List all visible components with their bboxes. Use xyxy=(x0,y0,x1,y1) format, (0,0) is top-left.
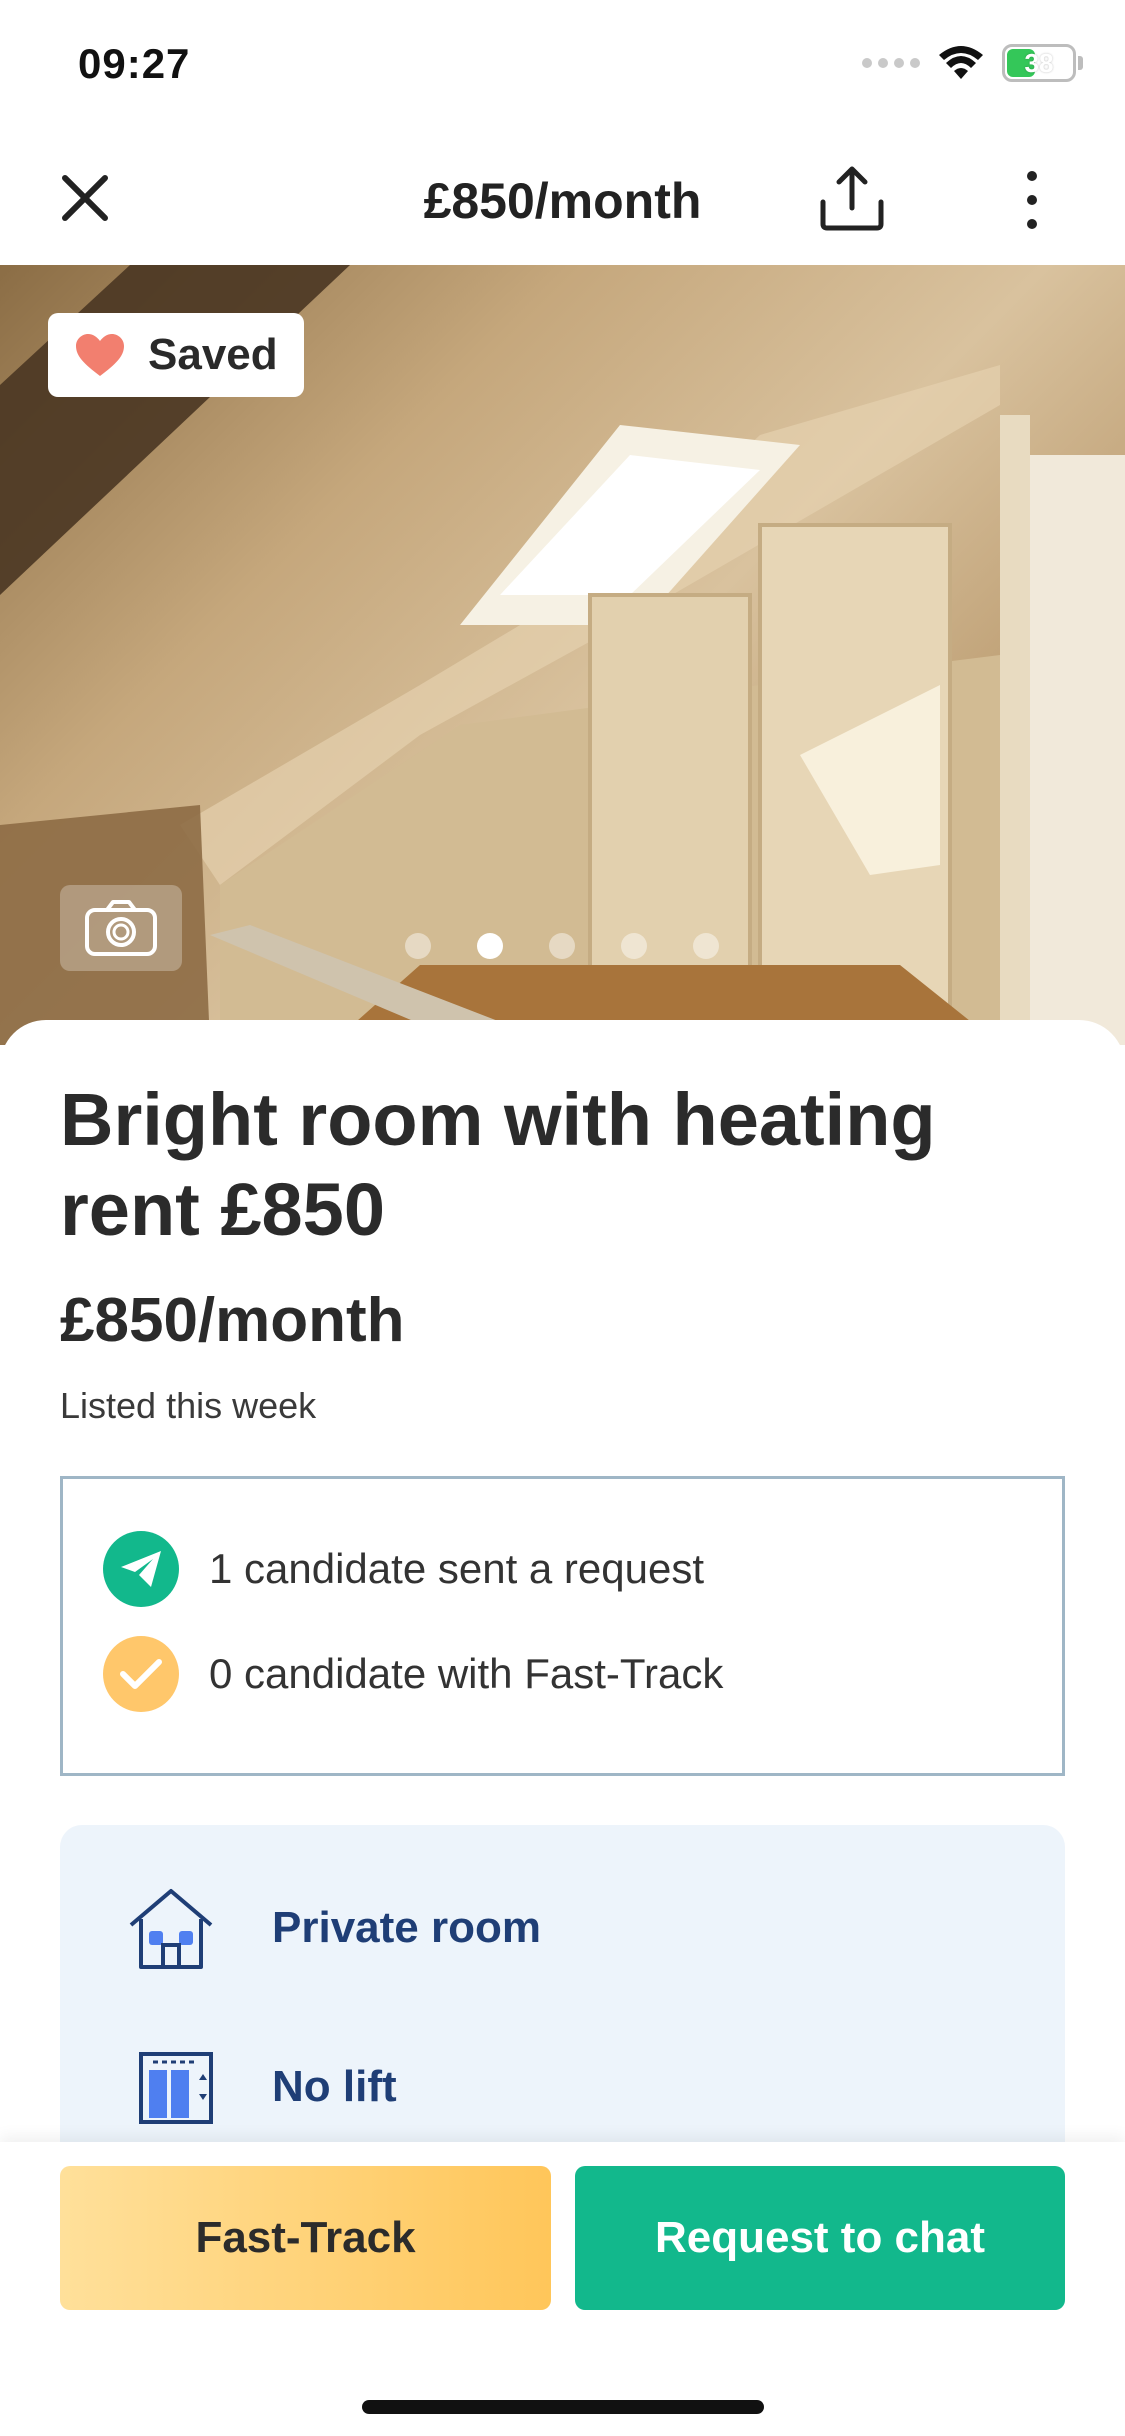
feature-private-room: Private room xyxy=(125,1885,541,1971)
battery-level: 38 xyxy=(1024,47,1054,78)
room-features: Private room No lift xyxy=(60,1825,1065,2185)
pagination-dot-active[interactable] xyxy=(477,933,503,959)
status-bar: 09:27 38 xyxy=(0,0,1125,140)
saved-label: Saved xyxy=(148,330,278,379)
feature-no-lift: No lift xyxy=(125,2050,397,2124)
pagination-dot[interactable] xyxy=(693,933,719,959)
listing-details: Bright room with heating rent £850 £850/… xyxy=(0,1020,1125,2185)
candidate-requests-text: 1 candidate sent a request xyxy=(209,1545,705,1592)
house-icon xyxy=(129,1889,213,1969)
candidate-requests-row: 1 candidate sent a request xyxy=(103,1531,704,1607)
pagination-dot[interactable] xyxy=(405,933,431,959)
battery-charging-icon: 38 xyxy=(1002,44,1076,82)
listed-date: Listed this week xyxy=(60,1385,317,1426)
status-icons: 38 xyxy=(862,44,1083,82)
listing-photo-gallery[interactable]: Saved xyxy=(0,265,1125,1045)
lift-icon xyxy=(139,2052,213,2124)
listing-price: £850/month xyxy=(60,1286,405,1355)
more-vertical-icon[interactable] xyxy=(1010,166,1054,234)
candidate-fast-track-row: 0 candidate with Fast-Track xyxy=(103,1636,723,1712)
gallery-pagination[interactable] xyxy=(405,933,719,959)
share-icon[interactable] xyxy=(815,162,889,236)
home-indicator[interactable] xyxy=(362,2400,764,2414)
top-nav-bar: £850/month xyxy=(0,140,1125,265)
heart-icon xyxy=(76,334,124,376)
photo-gallery-button[interactable] xyxy=(60,885,182,971)
pagination-dot[interactable] xyxy=(549,933,575,959)
camera-icon xyxy=(85,900,157,956)
paper-plane-icon xyxy=(103,1531,179,1607)
page-title: £850/month xyxy=(423,173,702,229)
status-time: 09:27 xyxy=(78,40,191,87)
feature-label: No lift xyxy=(272,2062,397,2111)
wifi-icon xyxy=(939,46,983,79)
fast-track-button[interactable]: Fast-Track xyxy=(60,2166,551,2310)
saved-badge[interactable]: Saved xyxy=(48,313,304,397)
checkmark-icon xyxy=(103,1636,179,1712)
listing-title: Bright room with heating rent £850 xyxy=(60,1078,936,1251)
candidate-fast-track-text: 0 candidate with Fast-Track xyxy=(209,1650,724,1697)
feature-label: Private room xyxy=(272,1903,541,1952)
request-to-chat-button[interactable]: Request to chat xyxy=(575,2166,1065,2310)
cellular-signal-icon xyxy=(862,58,920,68)
bottom-action-bar: Fast-Track Request to chat xyxy=(0,2142,1125,2436)
candidates-summary: 1 candidate sent a request 0 candidate w… xyxy=(60,1476,1065,1776)
pagination-dot[interactable] xyxy=(621,933,647,959)
